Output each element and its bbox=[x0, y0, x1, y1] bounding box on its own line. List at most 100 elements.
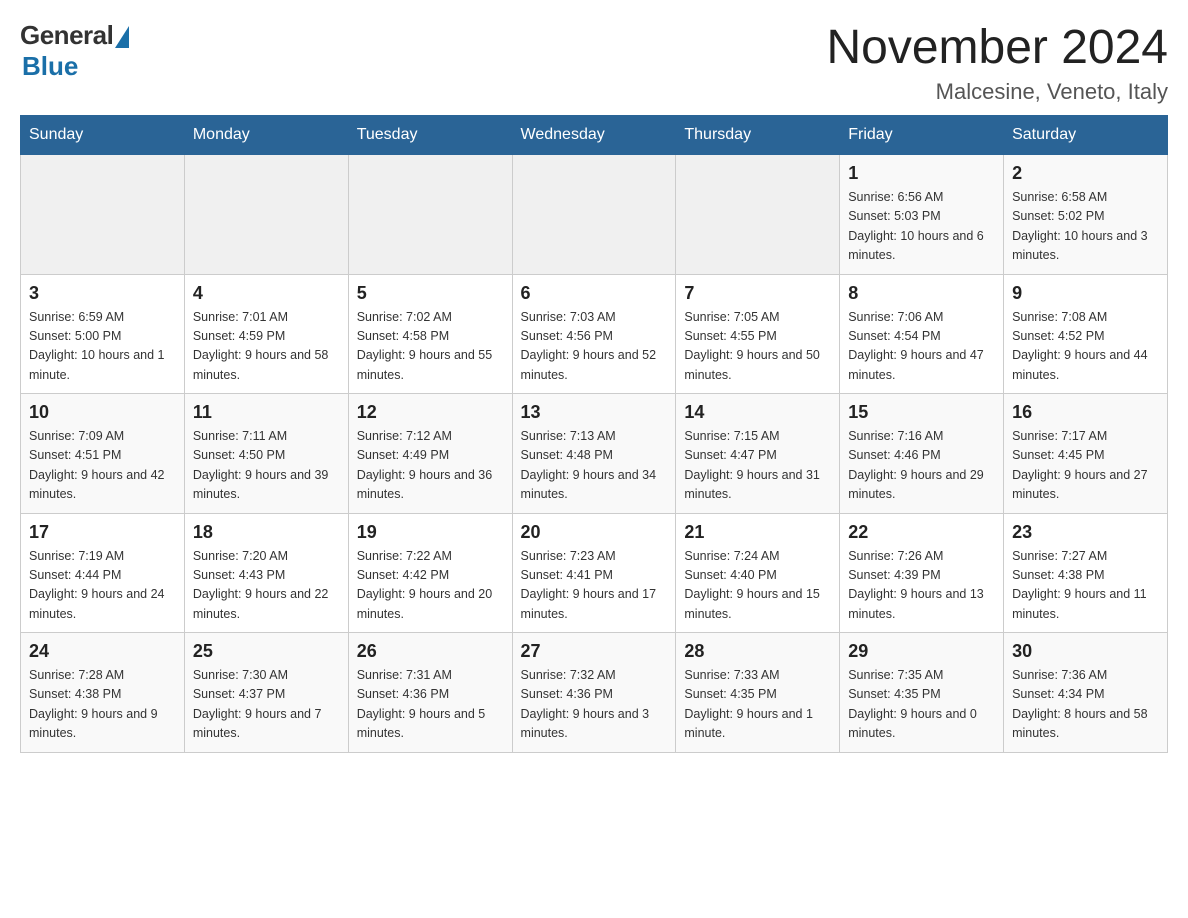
location-subtitle: Malcesine, Veneto, Italy bbox=[826, 79, 1168, 105]
day-info: Sunrise: 7:15 AMSunset: 4:47 PMDaylight:… bbox=[684, 427, 831, 505]
calendar-week-row: 17 Sunrise: 7:19 AMSunset: 4:44 PMDayligh… bbox=[21, 513, 1168, 633]
day-number: 23 bbox=[1012, 522, 1159, 543]
day-info: Sunrise: 7:13 AMSunset: 4:48 PMDaylight:… bbox=[521, 427, 668, 505]
calendar-cell: 22 Sunrise: 7:26 AMSunset: 4:39 PMDayligh… bbox=[840, 513, 1004, 633]
day-number: 27 bbox=[521, 641, 668, 662]
day-info: Sunrise: 7:27 AMSunset: 4:38 PMDaylight:… bbox=[1012, 547, 1159, 625]
day-info: Sunrise: 7:24 AMSunset: 4:40 PMDaylight:… bbox=[684, 547, 831, 625]
day-number: 21 bbox=[684, 522, 831, 543]
day-info: Sunrise: 7:01 AMSunset: 4:59 PMDaylight:… bbox=[193, 308, 340, 386]
calendar-cell: 8 Sunrise: 7:06 AMSunset: 4:54 PMDaylight… bbox=[840, 274, 1004, 394]
day-info: Sunrise: 7:19 AMSunset: 4:44 PMDaylight:… bbox=[29, 547, 176, 625]
days-header-row: SundayMondayTuesdayWednesdayThursdayFrid… bbox=[21, 116, 1168, 155]
day-info: Sunrise: 7:36 AMSunset: 4:34 PMDaylight:… bbox=[1012, 666, 1159, 744]
calendar-cell: 12Sunrise: 7:12 AMSunset: 4:49 PMDayligh… bbox=[348, 394, 512, 514]
day-of-week-header: Saturday bbox=[1004, 116, 1168, 155]
day-info: Sunrise: 7:35 AMSunset: 4:35 PMDaylight:… bbox=[848, 666, 995, 744]
day-info: Sunrise: 7:32 AMSunset: 4:36 PMDaylight:… bbox=[521, 666, 668, 744]
day-of-week-header: Monday bbox=[184, 116, 348, 155]
day-info: Sunrise: 7:23 AMSunset: 4:41 PMDaylight:… bbox=[521, 547, 668, 625]
day-info: Sunrise: 7:11 AMSunset: 4:50 PMDaylight:… bbox=[193, 427, 340, 505]
day-info: Sunrise: 7:33 AMSunset: 4:35 PMDaylight:… bbox=[684, 666, 831, 744]
day-number: 24 bbox=[29, 641, 176, 662]
calendar-week-row: 3Sunrise: 6:59 AMSunset: 5:00 PMDaylight… bbox=[21, 274, 1168, 394]
calendar-cell: 1 Sunrise: 6:56 AMSunset: 5:03 PMDaylight… bbox=[840, 155, 1004, 275]
day-number: 13 bbox=[521, 402, 668, 423]
calendar-cell: 24 Sunrise: 7:28 AMSunset: 4:38 PMDayligh… bbox=[21, 633, 185, 753]
calendar-table: SundayMondayTuesdayWednesdayThursdayFrid… bbox=[20, 115, 1168, 753]
day-number: 18 bbox=[193, 522, 340, 543]
day-number: 30 bbox=[1012, 641, 1159, 662]
day-info: Sunrise: 7:03 AMSunset: 4:56 PMDaylight:… bbox=[521, 308, 668, 386]
day-number: 15 bbox=[848, 402, 995, 423]
day-number: 9 bbox=[1012, 283, 1159, 304]
calendar-cell: 30 Sunrise: 7:36 AMSunset: 4:34 PMDayligh… bbox=[1004, 633, 1168, 753]
calendar-cell bbox=[512, 155, 676, 275]
logo: General Blue bbox=[20, 20, 129, 82]
day-info: Sunrise: 7:22 AMSunset: 4:42 PMDaylight:… bbox=[357, 547, 504, 625]
calendar-week-row: 10Sunrise: 7:09 AMSunset: 4:51 PMDayligh… bbox=[21, 394, 1168, 514]
calendar-cell: 13 Sunrise: 7:13 AMSunset: 4:48 PMDayligh… bbox=[512, 394, 676, 514]
calendar-cell: 10Sunrise: 7:09 AMSunset: 4:51 PMDayligh… bbox=[21, 394, 185, 514]
day-info: Sunrise: 6:59 AMSunset: 5:00 PMDaylight:… bbox=[29, 308, 176, 386]
calendar-cell: 15Sunrise: 7:16 AMSunset: 4:46 PMDayligh… bbox=[840, 394, 1004, 514]
day-number: 20 bbox=[521, 522, 668, 543]
day-info: Sunrise: 7:30 AMSunset: 4:37 PMDaylight:… bbox=[193, 666, 340, 744]
day-number: 19 bbox=[357, 522, 504, 543]
calendar-cell: 16Sunrise: 7:17 AMSunset: 4:45 PMDayligh… bbox=[1004, 394, 1168, 514]
day-number: 1 bbox=[848, 163, 995, 184]
calendar-cell: 27 Sunrise: 7:32 AMSunset: 4:36 PMDayligh… bbox=[512, 633, 676, 753]
day-info: Sunrise: 6:58 AMSunset: 5:02 PMDaylight:… bbox=[1012, 188, 1159, 266]
logo-general-text: General bbox=[20, 20, 113, 51]
calendar-week-row: 24 Sunrise: 7:28 AMSunset: 4:38 PMDayligh… bbox=[21, 633, 1168, 753]
day-of-week-header: Thursday bbox=[676, 116, 840, 155]
day-number: 26 bbox=[357, 641, 504, 662]
day-info: Sunrise: 7:20 AMSunset: 4:43 PMDaylight:… bbox=[193, 547, 340, 625]
day-number: 22 bbox=[848, 522, 995, 543]
logo-blue-text: Blue bbox=[22, 51, 78, 82]
day-info: Sunrise: 7:08 AMSunset: 4:52 PMDaylight:… bbox=[1012, 308, 1159, 386]
day-info: Sunrise: 7:28 AMSunset: 4:38 PMDaylight:… bbox=[29, 666, 176, 744]
logo-arrow-icon bbox=[115, 26, 129, 48]
calendar-cell: 28Sunrise: 7:33 AMSunset: 4:35 PMDayligh… bbox=[676, 633, 840, 753]
calendar-cell: 6 Sunrise: 7:03 AMSunset: 4:56 PMDaylight… bbox=[512, 274, 676, 394]
day-info: Sunrise: 7:06 AMSunset: 4:54 PMDaylight:… bbox=[848, 308, 995, 386]
calendar-cell: 29Sunrise: 7:35 AMSunset: 4:35 PMDayligh… bbox=[840, 633, 1004, 753]
calendar-cell: 26 Sunrise: 7:31 AMSunset: 4:36 PMDayligh… bbox=[348, 633, 512, 753]
day-info: Sunrise: 7:05 AMSunset: 4:55 PMDaylight:… bbox=[684, 308, 831, 386]
calendar-cell: 25Sunrise: 7:30 AMSunset: 4:37 PMDayligh… bbox=[184, 633, 348, 753]
calendar-cell bbox=[676, 155, 840, 275]
calendar-cell: 11 Sunrise: 7:11 AMSunset: 4:50 PMDayligh… bbox=[184, 394, 348, 514]
calendar-cell: 20 Sunrise: 7:23 AMSunset: 4:41 PMDayligh… bbox=[512, 513, 676, 633]
day-info: Sunrise: 7:17 AMSunset: 4:45 PMDaylight:… bbox=[1012, 427, 1159, 505]
calendar-cell: 23 Sunrise: 7:27 AMSunset: 4:38 PMDayligh… bbox=[1004, 513, 1168, 633]
day-info: Sunrise: 6:56 AMSunset: 5:03 PMDaylight:… bbox=[848, 188, 995, 266]
calendar-cell: 17 Sunrise: 7:19 AMSunset: 4:44 PMDayligh… bbox=[21, 513, 185, 633]
day-info: Sunrise: 7:31 AMSunset: 4:36 PMDaylight:… bbox=[357, 666, 504, 744]
day-number: 12 bbox=[357, 402, 504, 423]
day-info: Sunrise: 7:02 AMSunset: 4:58 PMDaylight:… bbox=[357, 308, 504, 386]
calendar-cell bbox=[184, 155, 348, 275]
day-of-week-header: Wednesday bbox=[512, 116, 676, 155]
day-number: 6 bbox=[521, 283, 668, 304]
day-number: 17 bbox=[29, 522, 176, 543]
day-number: 11 bbox=[193, 402, 340, 423]
day-number: 2 bbox=[1012, 163, 1159, 184]
calendar-cell: 18 Sunrise: 7:20 AMSunset: 4:43 PMDayligh… bbox=[184, 513, 348, 633]
calendar-cell: 14 Sunrise: 7:15 AMSunset: 4:47 PMDayligh… bbox=[676, 394, 840, 514]
day-of-week-header: Friday bbox=[840, 116, 1004, 155]
calendar-cell: 21 Sunrise: 7:24 AMSunset: 4:40 PMDayligh… bbox=[676, 513, 840, 633]
title-section: November 2024 Malcesine, Veneto, Italy bbox=[826, 20, 1168, 105]
day-info: Sunrise: 7:26 AMSunset: 4:39 PMDaylight:… bbox=[848, 547, 995, 625]
page-header: General Blue November 2024 Malcesine, Ve… bbox=[20, 20, 1168, 105]
calendar-cell: 9 Sunrise: 7:08 AMSunset: 4:52 PMDaylight… bbox=[1004, 274, 1168, 394]
day-number: 8 bbox=[848, 283, 995, 304]
day-number: 10 bbox=[29, 402, 176, 423]
day-number: 4 bbox=[193, 283, 340, 304]
calendar-cell bbox=[21, 155, 185, 275]
day-number: 5 bbox=[357, 283, 504, 304]
day-of-week-header: Tuesday bbox=[348, 116, 512, 155]
calendar-cell: 4 Sunrise: 7:01 AMSunset: 4:59 PMDaylight… bbox=[184, 274, 348, 394]
calendar-week-row: 1 Sunrise: 6:56 AMSunset: 5:03 PMDaylight… bbox=[21, 155, 1168, 275]
day-number: 14 bbox=[684, 402, 831, 423]
